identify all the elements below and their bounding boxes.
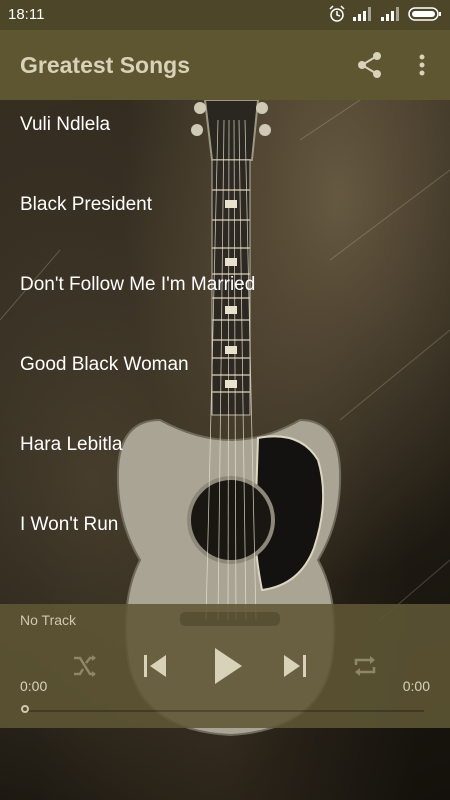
song-title: Black President bbox=[20, 194, 153, 215]
shuffle-icon[interactable] bbox=[72, 654, 98, 678]
song-title: Hara Lebitla bbox=[20, 434, 123, 455]
song-item[interactable]: Good Black Woman bbox=[0, 340, 450, 420]
status-icons bbox=[328, 5, 442, 23]
signal-icon-2 bbox=[381, 7, 399, 21]
song-title: Good Black Woman bbox=[20, 354, 189, 375]
signal-icon bbox=[353, 7, 371, 21]
play-icon[interactable] bbox=[212, 646, 244, 686]
player-bar: No Track 0:00 0:00 bbox=[0, 604, 450, 728]
song-item[interactable]: Hara Lebitla bbox=[0, 420, 450, 500]
song-list: Vuli Ndlela Black President Don't Follow… bbox=[0, 100, 450, 580]
seek-bar-thumb[interactable] bbox=[21, 705, 29, 713]
song-title: Don't Follow Me I'm Married bbox=[20, 274, 256, 295]
seek-bar-track[interactable] bbox=[26, 710, 424, 712]
share-icon[interactable] bbox=[356, 51, 384, 79]
song-item[interactable]: Black President bbox=[0, 180, 450, 260]
total-duration: 0:00 bbox=[402, 678, 430, 694]
status-time: 18:11 bbox=[8, 6, 45, 23]
app-bar: Greatest Songs bbox=[0, 30, 450, 100]
song-title: I Won't Run bbox=[20, 514, 119, 535]
current-track-label: No Track bbox=[20, 612, 77, 628]
elapsed-time: 0:00 bbox=[20, 678, 48, 694]
overflow-menu-icon[interactable] bbox=[414, 50, 430, 80]
skip-previous-icon[interactable] bbox=[142, 652, 168, 680]
status-bar: 18:11 bbox=[0, 0, 450, 30]
alarm-icon bbox=[329, 5, 345, 22]
skip-next-icon[interactable] bbox=[282, 652, 308, 680]
app-title: Greatest Songs bbox=[20, 52, 190, 78]
repeat-icon[interactable] bbox=[352, 654, 378, 678]
song-item[interactable]: Vuli Ndlela bbox=[0, 100, 450, 180]
song-item[interactable]: I Won't Run bbox=[0, 500, 450, 580]
song-title: Vuli Ndlela bbox=[20, 114, 111, 135]
battery-icon bbox=[408, 7, 441, 21]
song-item[interactable]: Don't Follow Me I'm Married bbox=[0, 260, 450, 340]
